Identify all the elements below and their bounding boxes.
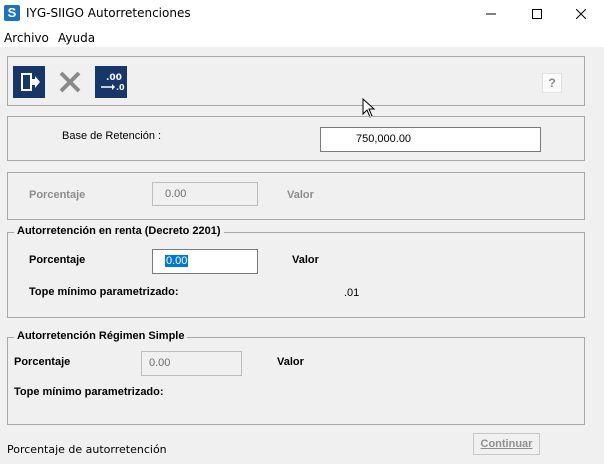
mouse-cursor-icon <box>362 98 376 118</box>
menu-bar: Archivo Ayuda <box>0 27 604 47</box>
close-icon <box>576 8 586 19</box>
simple-porcentaje-field[interactable]: 0.00 <box>141 351 242 376</box>
renta-group: Autorretención en renta (Decreto 2201) P… <box>7 225 585 318</box>
maximize-button[interactable] <box>514 0 560 27</box>
app-icon: S <box>4 5 20 21</box>
regimen-simple-group: Autorretención Régimen Simple Porcentaje… <box>7 330 585 425</box>
renta-valor-label: Valor <box>292 254 319 266</box>
toolbar: .00 .0 ? <box>7 56 585 106</box>
simple-valor-label: Valor <box>277 356 304 368</box>
window-title: IYG-SIIGO Autorretenciones <box>26 6 191 20</box>
cancel-button[interactable] <box>54 66 86 98</box>
renta-porcentaje-label: Porcentaje <box>29 254 86 266</box>
base-retencion-label: Base de Retención : <box>62 130 162 142</box>
renta-porcentaje-value: 0.00 <box>165 255 189 267</box>
simple-porcentaje-label: Porcentaje <box>14 356 71 368</box>
decimal-format-icon: .00 .0 <box>101 73 125 92</box>
base-retencion-field[interactable]: 750,000.00 <box>320 127 541 152</box>
app-window: S IYG-SIIGO Autorretenciones Archivo Ayu… <box>0 0 604 464</box>
renta-legend: Autorretención en renta (Decreto 2201) <box>14 225 224 237</box>
simple-legend: Autorretención Régimen Simple <box>14 330 188 342</box>
simple-tope-label: Tope mínimo parametrizado: <box>14 386 164 398</box>
exit-button[interactable] <box>13 66 45 98</box>
svg-text:.0: .0 <box>116 83 125 92</box>
decimal-format-button[interactable]: .00 .0 <box>95 66 127 98</box>
help-button[interactable]: ? <box>542 73 562 93</box>
general-valor-label: Valor <box>287 189 314 201</box>
general-porcentaje-group: Porcentaje 0.00 Valor <box>7 172 585 220</box>
base-retencion-group: Base de Retención : 750,000.00 <box>7 116 585 161</box>
close-button[interactable] <box>558 0 604 27</box>
minimize-button[interactable] <box>468 0 514 27</box>
menu-ayuda[interactable]: Ayuda <box>58 31 95 45</box>
minimize-icon <box>486 13 496 14</box>
renta-tope-value: .01 <box>344 287 360 299</box>
general-porcentaje-label: Porcentaje <box>29 189 86 201</box>
menu-archivo[interactable]: Archivo <box>4 31 49 45</box>
renta-tope-label: Tope mínimo parametrizado: <box>29 286 179 298</box>
cancel-icon <box>59 71 81 93</box>
svg-text:.00: .00 <box>106 73 122 83</box>
general-porcentaje-field[interactable]: 0.00 <box>152 182 258 206</box>
maximize-icon <box>532 8 542 19</box>
continue-button[interactable]: Continuar <box>473 433 540 455</box>
renta-porcentaje-field[interactable]: 0.00 <box>152 249 258 274</box>
exit-icon <box>21 73 40 91</box>
status-text: Porcentaje de autorretención <box>7 443 167 456</box>
title-bar: S IYG-SIIGO Autorretenciones <box>0 0 604 27</box>
